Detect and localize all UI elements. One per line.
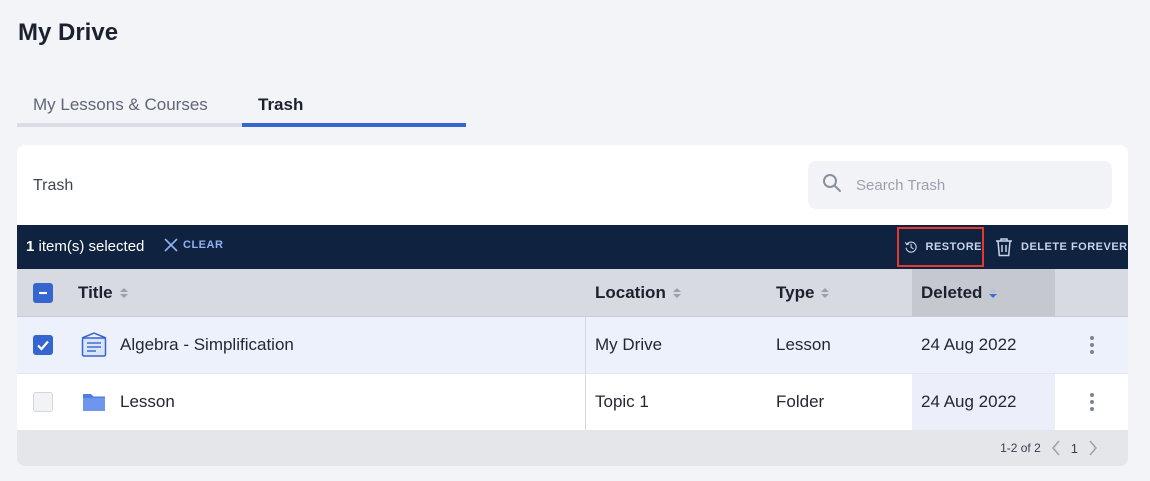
more-options-icon[interactable] [1089,336,1094,354]
selection-count: 1 item(s) selected [26,238,145,255]
trash-icon [996,238,1012,257]
next-page-button[interactable] [1088,440,1098,456]
current-page: 1 [1070,440,1078,456]
sort-icon [821,287,830,298]
sort-icon [119,287,128,298]
row-location: Topic 1 [595,392,649,411]
row-actions-cell [1055,317,1128,373]
row-checkbox[interactable] [33,392,53,412]
search-box[interactable] [808,161,1112,209]
clear-selection-button[interactable]: CLEAR [164,238,223,252]
pagination: 1-2 of 2 1 [1000,430,1108,466]
table-footer: 1-2 of 2 1 [17,430,1128,466]
chevron-left-icon [1051,440,1060,456]
header-checkbox-cell [17,269,69,316]
sort-descending-icon [989,287,998,298]
row-type: Folder [776,392,825,411]
row-deleted-date: 24 Aug 2022 [921,335,1017,354]
row-deleted-date: 24 Aug 2022 [912,374,1055,430]
check-icon [37,340,49,351]
search-icon [822,173,842,198]
row-checkbox[interactable] [33,335,53,355]
column-header-title[interactable]: Title [69,269,586,316]
search-input[interactable] [856,176,1076,194]
column-header-location[interactable]: Location [586,269,766,316]
row-type: Lesson [776,335,831,354]
tab-bar: My Lessons & Courses Trash [17,88,466,127]
delete-forever-label: DELETE FOREVER [1021,241,1128,253]
tab-label: Trash [258,95,304,114]
pagination-range: 1-2 of 2 [1000,441,1041,455]
lesson-icon [80,332,108,358]
page-title: My Drive [18,19,119,46]
row-title: Lesson [120,392,175,411]
row-title-cell: Algebra - Simplification [69,317,586,373]
delete-forever-button[interactable]: DELETE FOREVER [995,237,1128,257]
restore-label: RESTORE [925,241,982,253]
close-icon [164,238,178,252]
tab-my-lessons-courses[interactable]: My Lessons & Courses [17,88,242,127]
restore-history-icon [904,241,917,253]
prev-page-button[interactable] [1051,440,1061,456]
trash-panel: Trash 1 item(s) selected CLEAR RESTORE D… [17,145,1128,466]
row-checkbox-cell [17,374,69,430]
trash-table: Title Location Type Deleted Algebra - Si… [17,269,1128,431]
select-all-checkbox[interactable] [33,282,53,303]
sort-icon [672,287,681,298]
tab-active-indicator [242,123,466,127]
header-actions-cell [1055,269,1128,316]
table-header-row: Title Location Type Deleted [17,269,1128,317]
table-row[interactable]: Algebra - Simplification My Drive Lesson… [17,317,1128,374]
column-header-type[interactable]: Type [766,269,912,316]
clear-label: CLEAR [183,239,224,251]
column-header-deleted[interactable]: Deleted [912,269,1055,316]
indeterminate-icon [39,291,47,294]
row-checkbox-cell [17,317,69,373]
tab-trash[interactable]: Trash [242,88,466,127]
panel-title: Trash [33,177,74,194]
row-location: My Drive [595,335,663,354]
restore-button[interactable]: RESTORE [897,227,984,267]
row-title: Algebra - Simplification [120,335,294,354]
more-options-icon[interactable] [1089,393,1094,411]
row-actions-cell [1055,374,1128,430]
chevron-right-icon [1089,440,1097,456]
table-row[interactable]: Lesson Topic 1 Folder 24 Aug 2022 [17,374,1128,431]
tab-label: My Lessons & Courses [33,95,208,114]
folder-icon [80,390,108,414]
selection-action-bar: 1 item(s) selected CLEAR RESTORE DELETE … [17,225,1128,269]
row-title-cell: Lesson [69,374,586,430]
